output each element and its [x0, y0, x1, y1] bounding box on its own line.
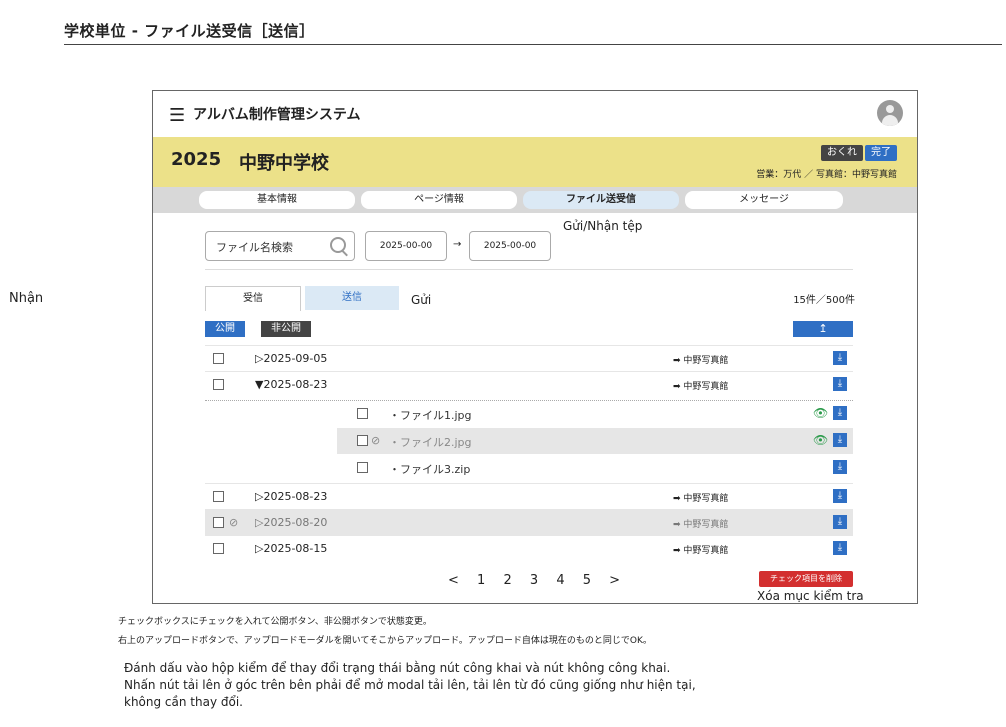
pager-page[interactable]: 4 [556, 573, 566, 588]
table-row[interactable]: ▷2025-09-05 ➡ 中野写真館 ⤓ [205, 345, 853, 372]
note-vi-line: không cần thay đổi. [124, 695, 243, 709]
file-name[interactable]: ・ファイル1.jpg [389, 407, 472, 423]
tab-receive[interactable]: 受信 [205, 286, 301, 311]
table-row[interactable]: ⊘ ▷2025-08-20 ➡ 中野写真館 ⤓ [205, 509, 853, 536]
download-icon[interactable]: ⤓ [833, 433, 847, 447]
file-checkbox[interactable] [357, 462, 368, 473]
pager-page[interactable]: 2 [503, 573, 513, 588]
annotation-send: Gửi [411, 293, 432, 307]
note-jp-1: チェックボックスにチェックを入れて公開ボタン、非公開ボタンで状態変更。 [118, 617, 432, 627]
note-vietnamese: Đánh dấu vào hộp kiểm để thay đổi trạng … [124, 660, 844, 711]
item-count: 15件／500件 [793, 295, 855, 306]
file-checkbox[interactable] [357, 435, 368, 446]
eye-off-icon: ⊘ [229, 516, 239, 529]
row-date: ▼2025-08-23 [255, 378, 328, 391]
private-button[interactable]: 非公開 [261, 321, 311, 337]
table-row[interactable]: ▷2025-08-23 ➡ 中野写真館 ⤓ [205, 483, 853, 510]
pagination: < 1 2 3 4 5 > [443, 573, 627, 588]
sales-info: 営業：万代 ／ 写真館：中野写真館 [756, 170, 897, 180]
note-vi-line: Đánh dấu vào hộp kiểm để thay đổi trạng … [124, 661, 671, 675]
annotation-delete: Xóa mục kiểm tra [757, 589, 864, 603]
note-jp-2: 右上のアップロードボタンで、アップロードモーダルを開いてそこからアップロード。ア… [118, 636, 652, 646]
school-year: 2025 [171, 149, 222, 170]
download-icon[interactable]: ⤓ [833, 515, 847, 529]
row-destination: ➡ 中野写真館 [673, 382, 729, 392]
annotation-receive: Nhận [9, 291, 44, 306]
app-mockup-frame: ☰ アルバム制作管理システム 2025 中野中学校 おくれ 完了 営業：万代 ／… [9, 90, 918, 604]
preview-eye-icon[interactable]: 👁 [813, 433, 828, 447]
page-title: 学校単位 - ファイル送受信［送信］ [64, 22, 315, 40]
public-button[interactable]: 公開 [205, 321, 245, 337]
date-from-field[interactable]: 2025-00-00 [365, 231, 447, 261]
row-destination: ➡ 中野写真館 [673, 494, 729, 504]
school-header: 2025 中野中学校 おくれ 完了 営業：万代 ／ 写真館：中野写真館 [153, 137, 917, 187]
row-date: ▷2025-08-20 [255, 516, 328, 529]
divider [205, 269, 853, 270]
pager-page[interactable]: 3 [530, 573, 540, 588]
file-row[interactable]: ・ファイル3.zip ⤓ [337, 455, 853, 481]
file-name[interactable]: ・ファイル2.jpg [389, 434, 472, 450]
download-icon[interactable]: ⤓ [833, 377, 847, 391]
row-destination: ➡ 中野写真館 [673, 520, 729, 530]
pager-page[interactable]: 5 [583, 573, 593, 588]
file-search-input[interactable]: ファイル名検索 [205, 231, 355, 261]
file-row[interactable]: ⊘ ・ファイル2.jpg 👁 ⤓ [337, 428, 853, 454]
download-icon[interactable]: ⤓ [833, 541, 847, 555]
upload-icon: ↥ [818, 322, 828, 335]
download-icon[interactable]: ⤓ [833, 489, 847, 503]
school-name: 中野中学校 [239, 153, 329, 174]
delete-checked-button[interactable]: チェック項目を削除 [759, 571, 853, 587]
app-topbar: ☰ アルバム制作管理システム [153, 91, 917, 137]
row-date: ▷2025-09-05 [255, 352, 328, 365]
row-checkbox[interactable] [213, 543, 224, 554]
tab-bar: 基本情報 ページ情報 ファイル送受信 メッセージ [153, 187, 917, 213]
upload-button[interactable]: ↥ [793, 321, 853, 337]
date-to-field[interactable]: 2025-00-00 [469, 231, 551, 261]
tab-send[interactable]: 送信 [305, 286, 399, 310]
tab-message[interactable]: メッセージ [685, 191, 843, 209]
status-badge-late: おくれ [821, 145, 863, 161]
app-name: アルバム制作管理システム [193, 107, 361, 123]
row-date: ▷2025-08-23 [255, 490, 328, 503]
pager-page[interactable]: 1 [477, 573, 487, 588]
status-badge-done: 完了 [865, 145, 897, 161]
note-vi-line: Nhấn nút tải lên ở góc trên bên phải để … [124, 678, 696, 692]
row-date: ▷2025-08-15 [255, 542, 328, 555]
row-checkbox[interactable] [213, 517, 224, 528]
search-placeholder: ファイル名検索 [216, 241, 293, 254]
file-name[interactable]: ・ファイル3.zip [389, 461, 470, 477]
file-checkbox[interactable] [357, 408, 368, 419]
download-icon[interactable]: ⤓ [833, 351, 847, 365]
download-icon[interactable]: ⤓ [833, 406, 847, 420]
row-checkbox[interactable] [213, 491, 224, 502]
row-checkbox[interactable] [213, 353, 224, 364]
tab-page-info[interactable]: ページ情報 [361, 191, 517, 209]
row-destination: ➡ 中野写真館 [673, 546, 729, 556]
preview-eye-icon[interactable]: 👁 [813, 406, 828, 420]
row-destination: ➡ 中野写真館 [673, 356, 729, 366]
hamburger-icon[interactable]: ☰ [169, 105, 185, 126]
tab-file-transfer[interactable]: ファイル送受信 [523, 191, 679, 209]
title-divider [64, 44, 1002, 45]
table-row[interactable]: ▷2025-08-15 ➡ 中野写真館 ⤓ [205, 535, 853, 562]
pager-prev[interactable]: < [448, 573, 461, 588]
row-checkbox[interactable] [213, 379, 224, 390]
tab-basic-info[interactable]: 基本情報 [199, 191, 355, 209]
user-avatar-icon[interactable] [877, 100, 903, 126]
download-icon[interactable]: ⤓ [833, 460, 847, 474]
search-icon[interactable] [330, 237, 346, 253]
date-range-arrow: → [453, 239, 462, 250]
eye-off-icon: ⊘ [371, 434, 381, 447]
file-row[interactable]: ・ファイル1.jpg 👁 ⤓ [337, 401, 853, 427]
annotation-send-receive: Gửi/Nhận tệp [563, 219, 643, 233]
pager-next[interactable]: > [609, 573, 622, 588]
table-row[interactable]: ▼2025-08-23 ➡ 中野写真館 ⤓ [205, 371, 853, 398]
